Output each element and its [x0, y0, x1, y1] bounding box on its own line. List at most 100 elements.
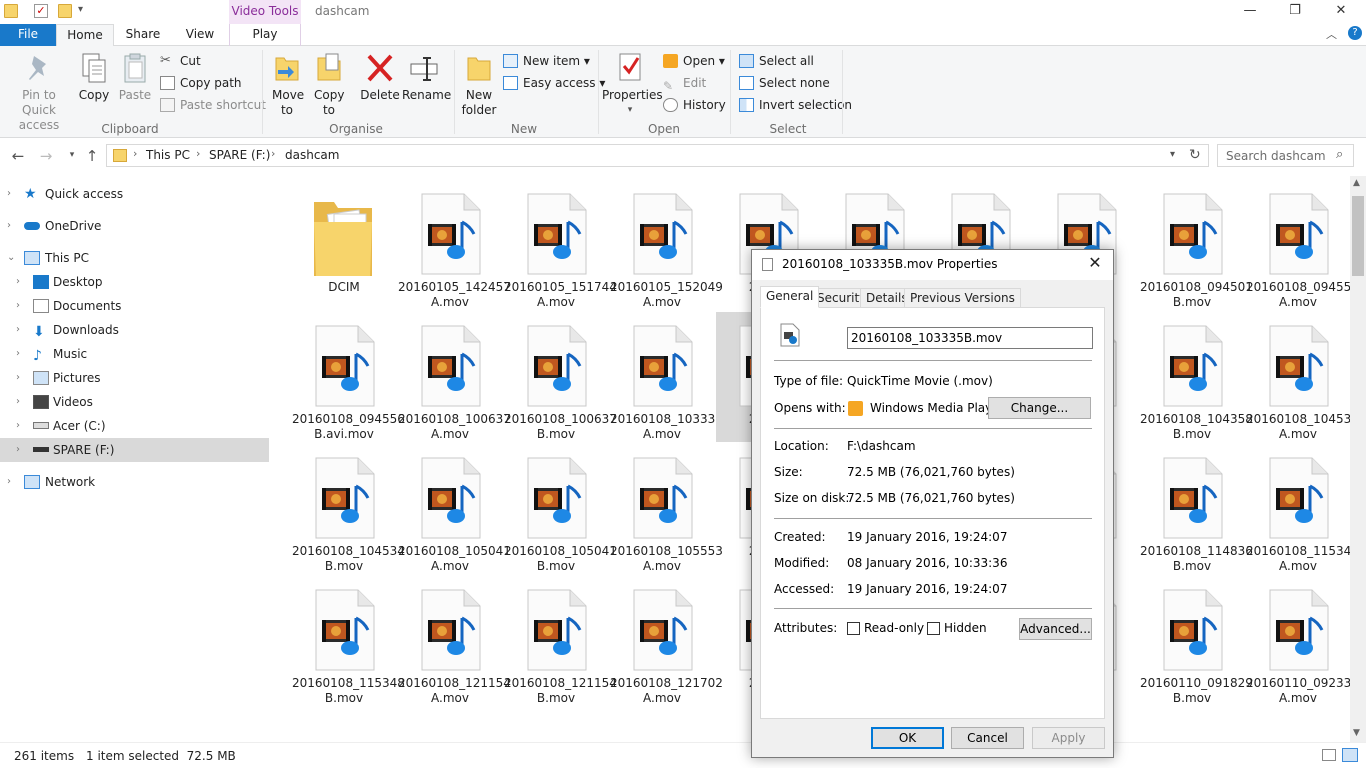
new-folder-quick-icon[interactable] [58, 4, 72, 18]
move-to-button[interactable]: Move to [270, 52, 304, 118]
nav-item-onedrive[interactable]: › OneDrive [0, 214, 269, 238]
nav-item-desktop[interactable]: › Desktop [0, 270, 269, 294]
chevron-right-icon[interactable]: › [271, 147, 275, 160]
expand-chevron-icon[interactable]: › [16, 414, 20, 438]
help-icon[interactable]: ? [1348, 26, 1362, 40]
refresh-icon[interactable]: ↻ [1189, 147, 1201, 163]
recent-locations-icon[interactable]: ▾ [62, 150, 82, 160]
up-arrow-icon[interactable]: ↑ [82, 147, 102, 165]
quick-access-toolbar-dropdown-icon[interactable]: ▾ [78, 4, 83, 15]
file-item[interactable]: 20160108_105041 B.mov [504, 444, 617, 574]
properties-dropdown-icon[interactable]: ▾ [602, 103, 658, 118]
details-view-icon[interactable] [1322, 749, 1336, 761]
address-bar[interactable]: › This PC › SPARE (F:) › dashcam ▾ ↻ [106, 144, 1209, 167]
tab-share[interactable]: Share [114, 24, 172, 46]
nav-item-documents[interactable]: › Documents [0, 294, 269, 318]
expand-chevron-icon[interactable]: › [16, 270, 20, 294]
scroll-up-icon[interactable]: ▲ [1353, 178, 1360, 188]
breadcrumb-dashcam[interactable]: dashcam [285, 148, 339, 162]
vertical-scrollbar[interactable]: ▲ ▼ [1350, 176, 1366, 742]
properties-button[interactable]: Properties ▾ [602, 52, 663, 118]
minimize-button[interactable]: — [1227, 0, 1273, 24]
cut-button[interactable]: ✂ Cut [160, 51, 201, 71]
file-item[interactable]: 20160108_104534 B.mov [292, 444, 405, 574]
breadcrumb-this-pc[interactable]: This PC [146, 148, 190, 162]
file-item[interactable]: 20160108_104534 A.mov [1246, 312, 1350, 442]
file-item[interactable]: 20160108_094556 B.avi.mov [292, 312, 405, 442]
breadcrumb-spare-drive[interactable]: SPARE (F:) [209, 148, 270, 162]
copy-button[interactable]: Copy [76, 52, 112, 103]
nav-item-this-pc[interactable]: ⌄ This PC [0, 246, 269, 270]
select-none-button[interactable]: Select none [739, 73, 830, 93]
advanced-button[interactable]: Advanced... [1019, 618, 1092, 640]
expand-chevron-icon[interactable]: › [16, 318, 20, 342]
read-only-checkbox[interactable] [847, 622, 860, 635]
filename-input[interactable]: 20160108_103335B.mov [847, 327, 1093, 349]
expand-chevron-icon[interactable]: › [16, 438, 20, 462]
hidden-checkbox[interactable] [927, 622, 940, 635]
apply-button[interactable]: Apply [1032, 727, 1105, 749]
nav-item-network[interactable]: › Network [0, 470, 269, 494]
close-window-button[interactable]: ✕ [1318, 0, 1364, 24]
nav-item-music[interactable]: › ♪ Music [0, 342, 269, 366]
expand-chevron-icon[interactable]: › [16, 366, 20, 390]
collapse-chevron-icon[interactable]: ⌄ [7, 246, 15, 270]
file-item[interactable]: 20160110_092336 A.mov [1246, 576, 1350, 706]
invert-selection-button[interactable]: Invert selection [739, 95, 852, 115]
tab-previous-versions[interactable]: Previous Versions [904, 288, 1021, 308]
file-item[interactable]: 20160105_142457 A.mov [398, 180, 511, 310]
file-item[interactable]: 20160108_105041 A.mov [398, 444, 511, 574]
file-item[interactable]: 20160108_094501 B.mov [1140, 180, 1253, 310]
file-item[interactable]: 20160108_121154 B.mov [504, 576, 617, 706]
copy-path-button[interactable]: Copy path [160, 73, 242, 93]
pin-to-quick-access-button[interactable]: Pin to Quick access [4, 52, 74, 133]
cancel-button[interactable]: Cancel [951, 727, 1024, 749]
large-icons-view-icon[interactable] [1342, 748, 1358, 762]
edit-button[interactable]: ✎ Edit [663, 73, 706, 93]
select-all-button[interactable]: Select all [739, 51, 814, 71]
expand-chevron-icon[interactable]: › [7, 214, 11, 238]
file-item[interactable]: 20160108_103335 A.mov [610, 312, 723, 442]
address-dropdown-icon[interactable]: ▾ [1170, 149, 1175, 160]
search-input[interactable]: Search dashcam ⌕ [1217, 144, 1354, 167]
file-item[interactable]: 20160105_151744 A.mov [504, 180, 617, 310]
copy-to-button[interactable]: Copy to [312, 52, 346, 118]
maximize-button[interactable]: ❐ [1272, 0, 1318, 24]
collapse-ribbon-icon[interactable]: ︿ [1326, 26, 1337, 42]
nav-item-downloads[interactable]: › ⬇ Downloads [0, 318, 269, 342]
chevron-right-icon[interactable]: › [196, 147, 200, 160]
nav-item-spare-f[interactable]: › SPARE (F:) [0, 438, 269, 462]
new-folder-button[interactable]: New folder [458, 52, 500, 118]
easy-access-button[interactable]: Easy access ▾ [503, 73, 605, 93]
expand-chevron-icon[interactable]: › [16, 294, 20, 318]
history-button[interactable]: History [663, 95, 726, 115]
tab-view[interactable]: View [172, 24, 228, 46]
rename-button[interactable]: Rename [402, 52, 451, 103]
back-arrow-icon[interactable]: ← [8, 147, 28, 165]
nav-item-videos[interactable]: › Videos [0, 390, 269, 414]
nav-item-pictures[interactable]: › Pictures [0, 366, 269, 390]
expand-chevron-icon[interactable]: › [7, 182, 11, 206]
file-item[interactable]: 20160108_121702 A.mov [610, 576, 723, 706]
tab-general[interactable]: General [760, 286, 820, 308]
file-item[interactable]: 20160108_105553 A.mov [610, 444, 723, 574]
tab-play[interactable]: Play [229, 24, 301, 46]
file-item[interactable]: 20160108_100637 B.mov [504, 312, 617, 442]
expand-chevron-icon[interactable]: › [16, 390, 20, 414]
file-item[interactable]: 20160108_115348 B.mov [292, 576, 405, 706]
properties-quick-icon[interactable]: ✓ [34, 4, 48, 18]
paste-shortcut-button[interactable]: Paste shortcut [160, 95, 266, 115]
nav-item-quick-access[interactable]: › ★ Quick access [0, 182, 269, 206]
tab-file[interactable]: File [0, 24, 56, 46]
forward-arrow-icon[interactable]: → [36, 147, 56, 165]
ok-button[interactable]: OK [871, 727, 944, 749]
scrollbar-thumb[interactable] [1352, 196, 1364, 276]
paste-button[interactable]: Paste [116, 52, 154, 103]
dialog-close-button[interactable]: ✕ [1083, 253, 1107, 275]
file-item[interactable]: 20160108_104358 B.mov [1140, 312, 1253, 442]
delete-button[interactable]: Delete [360, 52, 400, 103]
file-item[interactable]: 20160108_121154 A.mov [398, 576, 511, 706]
file-item[interactable]: 20160108_115348 A.mov [1246, 444, 1350, 574]
file-item[interactable]: 20160110_091829 B.mov [1140, 576, 1253, 706]
search-icon[interactable]: ⌕ [1336, 147, 1343, 162]
